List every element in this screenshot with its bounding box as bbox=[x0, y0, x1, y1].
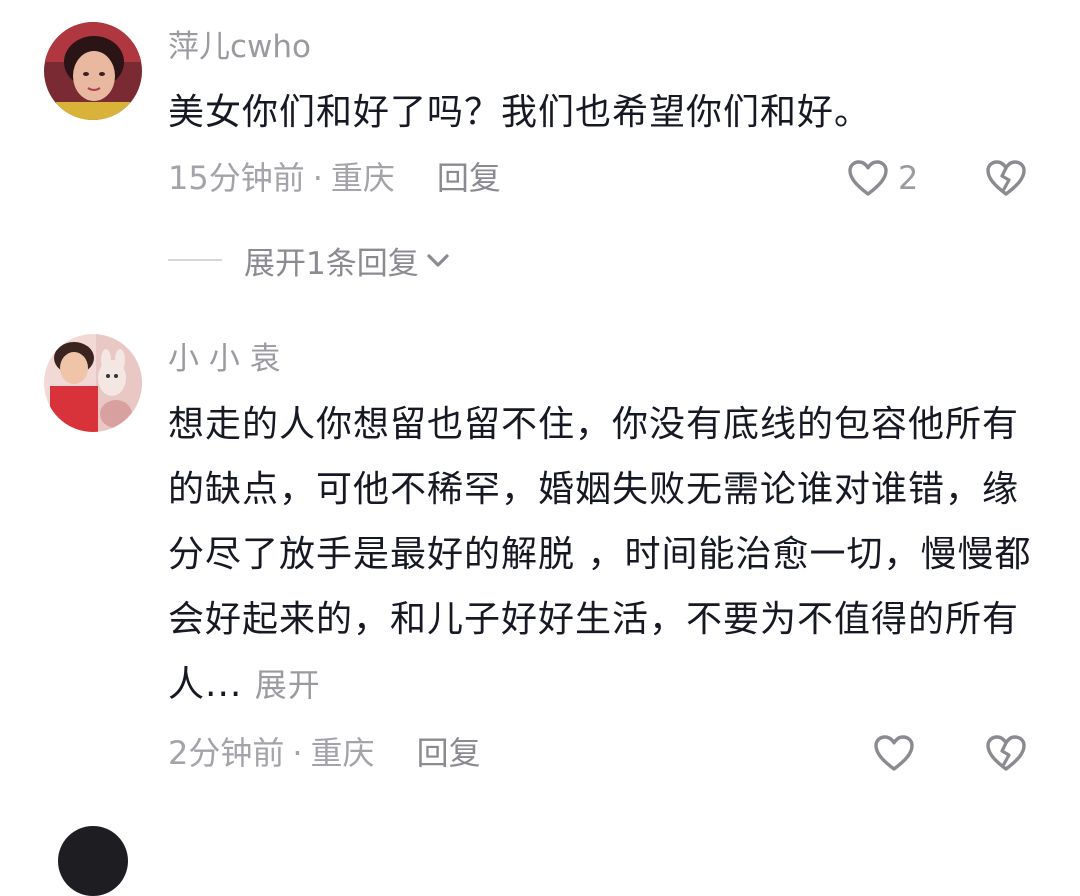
timestamp: 15分钟前 bbox=[168, 159, 305, 197]
comment-text: 想走的人你想留也留不住，你没有底线的包容他所有的缺点，可他不稀罕，婚姻失败无需论… bbox=[168, 392, 1038, 718]
comment-meta: 2分钟前 · 重庆 回复 bbox=[168, 730, 481, 776]
heart-outline-icon bbox=[848, 160, 888, 196]
chevron-down-icon bbox=[427, 254, 449, 267]
expand-text-button[interactable]: 展开 bbox=[255, 666, 321, 704]
comment-text-body: 想走的人你想留也留不住，你没有底线的包容他所有的缺点，可他不稀罕，婚姻失败无需论… bbox=[168, 404, 1032, 705]
username[interactable]: 萍儿cwho bbox=[168, 27, 311, 67]
avatar[interactable] bbox=[58, 826, 128, 896]
separator: · bbox=[312, 159, 323, 197]
dislike-button[interactable] bbox=[984, 155, 1028, 201]
like-button[interactable]: 2 bbox=[846, 155, 918, 201]
show-replies-label: 展开1条回复 bbox=[244, 245, 419, 282]
divider bbox=[168, 259, 222, 261]
location: 重庆 bbox=[330, 159, 395, 197]
separator: · bbox=[292, 734, 303, 772]
avatar[interactable] bbox=[44, 334, 142, 432]
avatar[interactable] bbox=[44, 22, 142, 120]
broken-heart-icon bbox=[986, 160, 1026, 196]
timestamp: 2分钟前 bbox=[168, 734, 285, 772]
comment-meta: 15分钟前 · 重庆 回复 bbox=[168, 155, 501, 201]
location: 重庆 bbox=[310, 734, 375, 772]
username[interactable]: 小 小 袁 bbox=[168, 339, 281, 379]
like-button[interactable] bbox=[872, 730, 916, 776]
heart-outline-icon bbox=[874, 735, 914, 771]
comment-text: 美女你们和好了吗？我们也希望你们和好。 bbox=[168, 92, 872, 133]
reply-button[interactable]: 回复 bbox=[437, 159, 501, 197]
show-replies-button[interactable]: 展开1条回复 bbox=[168, 240, 451, 282]
like-count: 2 bbox=[898, 159, 919, 197]
dislike-button[interactable] bbox=[984, 730, 1028, 776]
reply-button[interactable]: 回复 bbox=[417, 734, 481, 772]
broken-heart-icon bbox=[986, 735, 1026, 771]
